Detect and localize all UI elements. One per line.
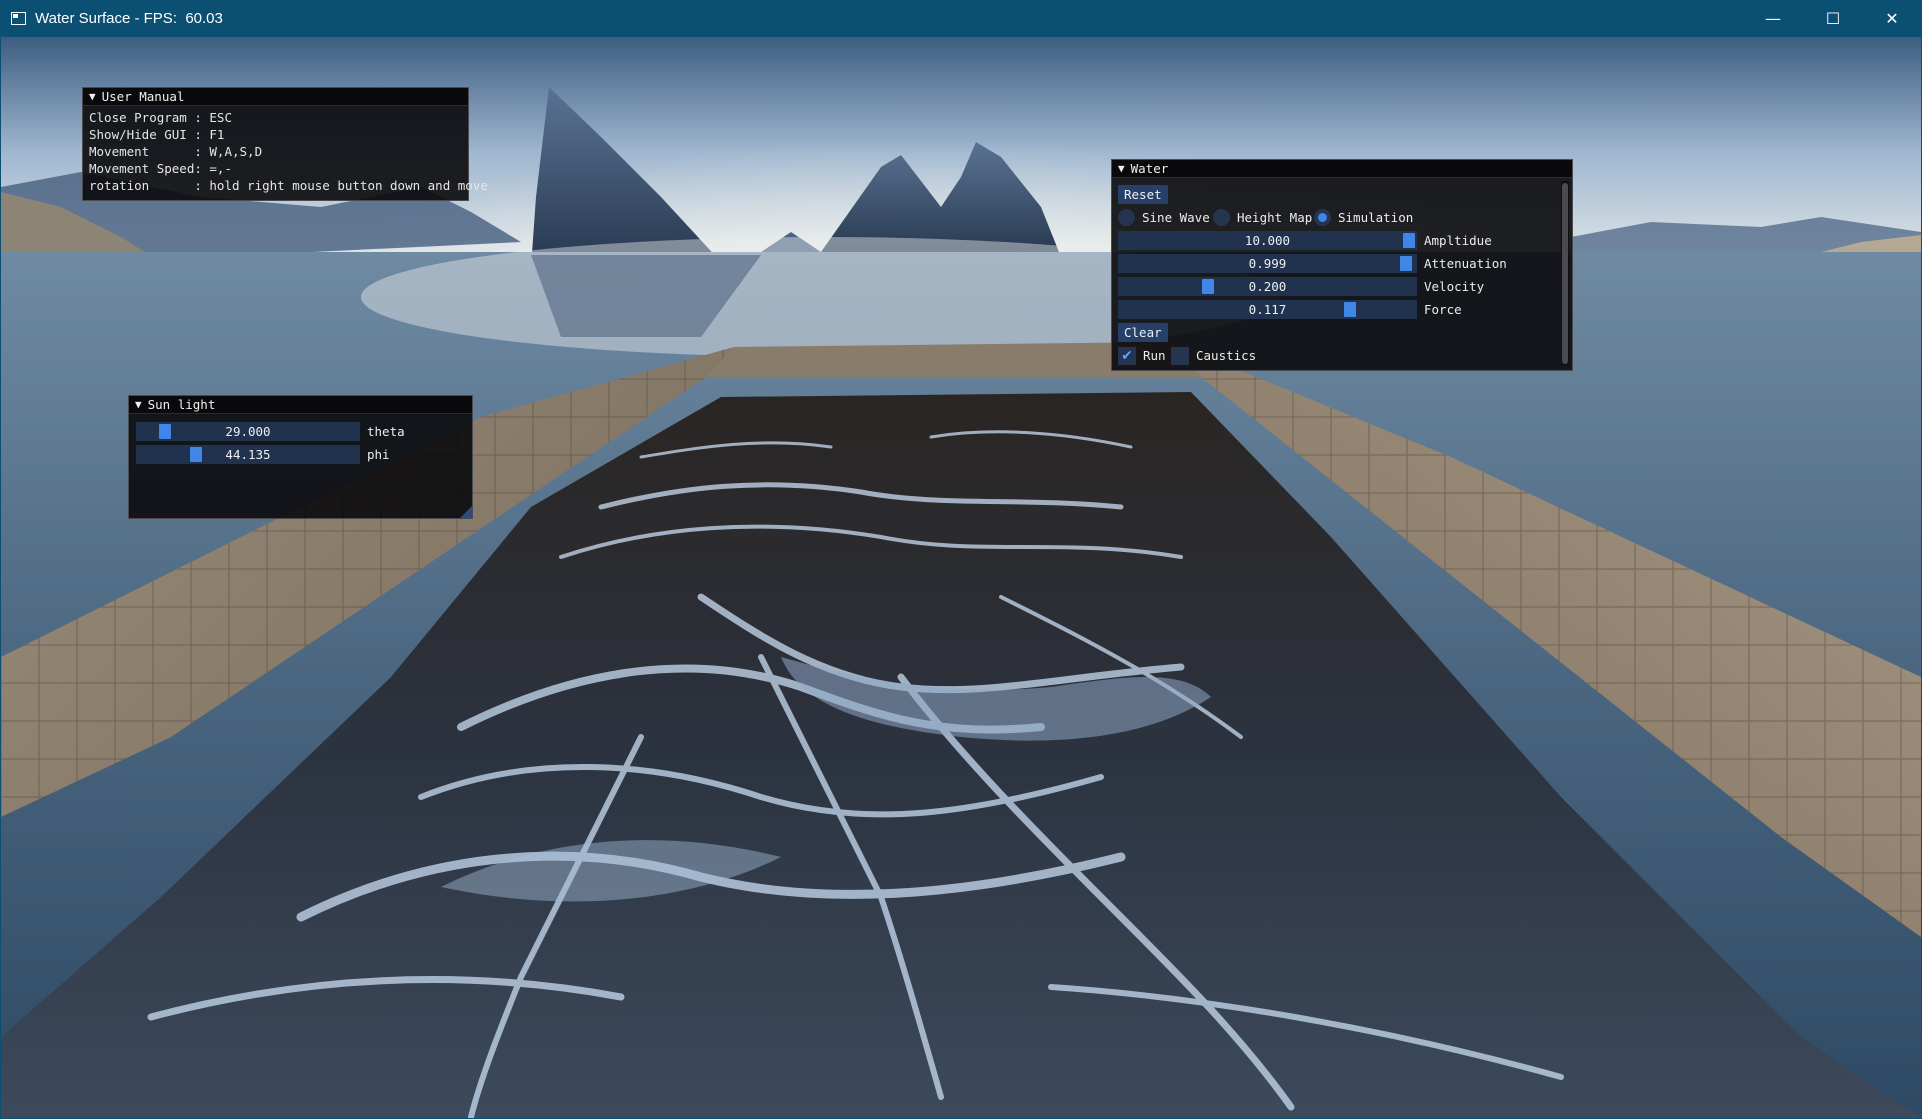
checkbox-label: Caustics bbox=[1196, 348, 1257, 363]
theta-slider-row: 29.000 theta bbox=[136, 422, 405, 441]
velocity-slider[interactable]: 0.200 bbox=[1118, 277, 1417, 296]
app-icon bbox=[11, 12, 26, 25]
slider-label: Force bbox=[1424, 302, 1462, 317]
maximize-button[interactable]: ☐ bbox=[1803, 0, 1863, 37]
collapse-triangle-icon[interactable]: ▼ bbox=[89, 90, 96, 103]
water-panel: ▼ Water Reset Sine Wave Height Map Simul… bbox=[1111, 159, 1573, 371]
water-panel-scrollbar[interactable] bbox=[1561, 181, 1569, 366]
title-bar[interactable]: Water Surface - FPS: 60.03 — ☐ ✕ bbox=[0, 0, 1922, 37]
manual-line: Close Program : ESC bbox=[89, 110, 232, 125]
water-title-bar[interactable]: ▼ Water bbox=[1112, 160, 1572, 178]
user-manual-title-bar[interactable]: ▼ User Manual bbox=[83, 88, 468, 106]
manual-line: rotation : hold right mouse button down … bbox=[89, 178, 488, 193]
force-slider-row: 0.117 Force bbox=[1118, 300, 1462, 319]
window-title: Water Surface - FPS: 60.03 bbox=[35, 10, 223, 27]
slider-label: phi bbox=[367, 447, 390, 462]
slider-value: 10.000 bbox=[1244, 233, 1291, 248]
collapse-triangle-icon[interactable]: ▼ bbox=[135, 398, 142, 411]
sun-light-panel: ▼ Sun light 29.000 theta 44.135 phi bbox=[128, 395, 473, 519]
force-slider[interactable]: 0.117 bbox=[1118, 300, 1417, 319]
radio-sine-wave[interactable]: Sine Wave bbox=[1118, 208, 1210, 227]
checkbox-box[interactable] bbox=[1171, 346, 1189, 365]
phi-slider-row: 44.135 phi bbox=[136, 445, 390, 464]
user-manual-panel: ▼ User Manual Close Program : ESC Show/H… bbox=[82, 87, 488, 201]
slider-value: 29.000 bbox=[225, 424, 271, 439]
slider-label: Velocity bbox=[1424, 279, 1485, 294]
sun-light-title-bar[interactable]: ▼ Sun light bbox=[129, 396, 472, 414]
resize-grip-icon[interactable] bbox=[460, 506, 472, 518]
checkbox-box[interactable]: ✔ bbox=[1118, 346, 1136, 365]
theta-slider[interactable]: 29.000 bbox=[136, 422, 360, 441]
radio-label: Simulation bbox=[1338, 210, 1414, 225]
run-checkbox[interactable]: ✔ Run bbox=[1118, 346, 1166, 365]
reset-button[interactable]: Reset bbox=[1118, 185, 1168, 204]
slider-value: 0.200 bbox=[1248, 279, 1287, 294]
amplitude-slider-row: 10.000 Ampltidue bbox=[1118, 231, 1492, 250]
slider-value: 0.117 bbox=[1248, 302, 1287, 317]
user-manual-title: User Manual bbox=[101, 89, 185, 104]
amplitude-slider[interactable]: 10.000 bbox=[1118, 231, 1417, 250]
app-window: Water Surface - FPS: 60.03 — ☐ ✕ ▼ User … bbox=[0, 0, 1922, 1119]
slider-value: 0.999 bbox=[1248, 256, 1287, 271]
radio-height-map[interactable]: Height Map bbox=[1213, 208, 1312, 227]
checkbox-label: Run bbox=[1143, 348, 1166, 363]
clear-button[interactable]: Clear bbox=[1118, 323, 1168, 342]
manual-line: Show/Hide GUI : F1 bbox=[89, 127, 225, 142]
slider-label: Attenuation bbox=[1424, 256, 1507, 271]
radio-simulation[interactable]: Simulation bbox=[1314, 208, 1413, 227]
water-title: Water bbox=[1130, 161, 1169, 176]
scrollbar-thumb[interactable] bbox=[1562, 183, 1568, 364]
radio-circle-icon[interactable] bbox=[1118, 209, 1135, 226]
caustics-checkbox[interactable]: Caustics bbox=[1171, 346, 1256, 365]
radio-circle-icon[interactable] bbox=[1314, 209, 1331, 226]
close-button[interactable]: ✕ bbox=[1862, 0, 1922, 37]
radio-circle-icon[interactable] bbox=[1213, 209, 1230, 226]
slider-value: 44.135 bbox=[225, 447, 271, 462]
checkmark-icon: ✔ bbox=[1121, 347, 1133, 364]
manual-line: Movement Speed: =,- bbox=[89, 161, 232, 176]
collapse-triangle-icon[interactable]: ▼ bbox=[1118, 162, 1125, 175]
velocity-slider-row: 0.200 Velocity bbox=[1118, 277, 1484, 296]
minimize-button[interactable]: — bbox=[1743, 0, 1803, 37]
attenuation-slider-row: 0.999 Attenuation bbox=[1118, 254, 1507, 273]
attenuation-slider[interactable]: 0.999 bbox=[1118, 254, 1417, 273]
radio-label: Sine Wave bbox=[1142, 210, 1210, 225]
manual-line: Movement : W,A,S,D bbox=[89, 144, 263, 159]
sun-light-title: Sun light bbox=[147, 397, 216, 412]
radio-label: Height Map bbox=[1237, 210, 1313, 225]
phi-slider[interactable]: 44.135 bbox=[136, 445, 360, 464]
slider-label: theta bbox=[367, 424, 405, 439]
slider-label: Ampltidue bbox=[1424, 233, 1492, 248]
